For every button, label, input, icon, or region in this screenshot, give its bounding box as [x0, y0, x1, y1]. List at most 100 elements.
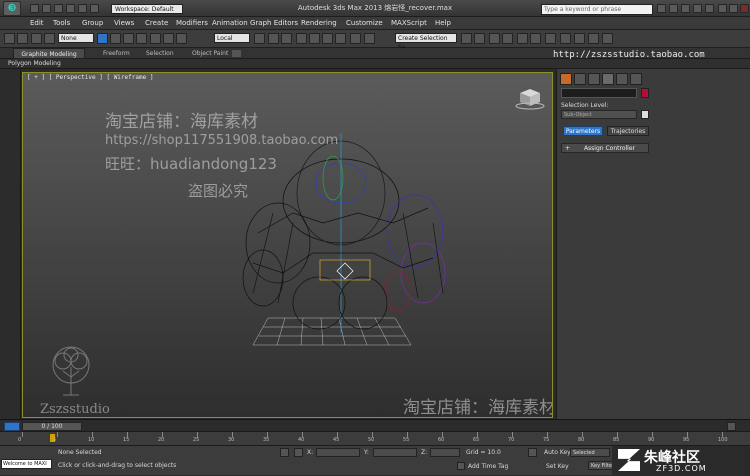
menu-group[interactable]: Group — [82, 19, 103, 27]
menu-animation[interactable]: Animation — [212, 19, 248, 27]
search-input[interactable]: Type a keyword or phrase — [541, 4, 653, 15]
create-tab-icon[interactable] — [560, 73, 572, 85]
select-rotate-icon[interactable] — [163, 33, 174, 44]
watermark-studio: Zszsstudio — [40, 402, 110, 417]
add-time-tag[interactable]: Add Time Tag — [468, 463, 508, 470]
motion-tab-icon[interactable] — [602, 73, 614, 85]
absolute-mode-icon[interactable] — [294, 448, 303, 457]
redo-icon[interactable] — [17, 33, 28, 44]
x-label: X: — [307, 449, 314, 456]
auto-key-button[interactable]: Auto Key — [544, 449, 571, 456]
slider-next-icon[interactable] — [727, 422, 736, 431]
binoculars-icon[interactable] — [657, 4, 666, 13]
maximize-icon[interactable] — [729, 4, 738, 13]
timeline-tick-label: 35 — [263, 437, 270, 443]
assign-controller-rollout[interactable]: + Assign Controller — [561, 143, 649, 153]
menu-modifiers[interactable]: Modifiers — [176, 19, 208, 27]
schematic-view-icon[interactable] — [530, 33, 541, 44]
layer-manager-icon[interactable] — [489, 33, 500, 44]
mirror-icon[interactable] — [461, 33, 472, 44]
percent-snap-icon[interactable] — [322, 33, 333, 44]
help-icon[interactable] — [705, 4, 714, 13]
maxscript-listener-input[interactable]: Welcome to MAXI — [1, 459, 52, 469]
tab-freeform[interactable]: Freeform — [103, 48, 130, 59]
menu-rendering[interactable]: Rendering — [301, 19, 337, 27]
object-name-field[interactable] — [561, 88, 637, 98]
ribbon-panel: Polygon Modeling — [0, 59, 750, 69]
graphite-toggle-icon[interactable] — [502, 33, 513, 44]
material-editor-icon[interactable] — [545, 33, 556, 44]
set-key-button[interactable]: Set Key — [546, 463, 569, 470]
close-icon[interactable] — [740, 4, 749, 13]
curve-editor-icon[interactable] — [517, 33, 528, 44]
render-setup-icon[interactable] — [560, 33, 571, 44]
utilities-tab-icon[interactable] — [630, 73, 642, 85]
magnet-icon[interactable] — [364, 33, 375, 44]
menu-tools[interactable]: Tools — [53, 19, 70, 27]
tab-object-paint[interactable]: Object Paint — [192, 48, 228, 59]
undo-icon[interactable] — [4, 33, 15, 44]
x-coordinate-field[interactable] — [316, 448, 360, 457]
subscription-icon[interactable] — [669, 4, 678, 13]
menu-maxscript[interactable]: MAXScript — [391, 19, 427, 27]
perspective-viewport[interactable]: [ + ] [ Perspective ] [ Wireframe ] 淘宝店铺… — [22, 72, 553, 418]
render-production-icon[interactable] — [588, 33, 599, 44]
named-selection-dropdown[interactable]: Create Selection Se — [395, 33, 457, 51]
link-icon[interactable] — [31, 33, 42, 44]
edit-named-selection-icon[interactable] — [350, 33, 361, 44]
menu-graph-editors[interactable]: Graph Editors — [250, 19, 298, 27]
menu-edit[interactable]: Edit — [30, 19, 44, 27]
parameters-tab[interactable]: Parameters — [563, 126, 603, 136]
set-key-mode-icon[interactable] — [528, 448, 537, 457]
window-crossing-icon[interactable] — [136, 33, 147, 44]
time-slider-thumb[interactable]: 0 / 100 — [22, 422, 82, 431]
selection-filter-dropdown[interactable]: None — [58, 33, 94, 43]
mini-curve-icon[interactable] — [4, 422, 20, 431]
timeline-tick-label: 85 — [613, 437, 620, 443]
keyboard-shortcut-icon[interactable] — [281, 33, 292, 44]
modify-tab-icon[interactable] — [574, 73, 586, 85]
select-object-icon[interactable] — [97, 33, 108, 44]
rectangular-selection-icon[interactable] — [123, 33, 134, 44]
z-label: Z: — [421, 449, 428, 456]
menu-customize[interactable]: Customize — [346, 19, 383, 27]
menu-views[interactable]: Views — [114, 19, 134, 27]
time-tag-icon[interactable] — [457, 462, 465, 470]
snaps-toggle-icon[interactable] — [296, 33, 307, 44]
tab-selection[interactable]: Selection — [146, 48, 174, 59]
tab-graphite-modeling-tools[interactable]: Graphite Modeling Tools — [13, 48, 85, 69]
reference-coordinate-dropdown[interactable]: Local — [214, 33, 250, 43]
menu-help[interactable]: Help — [435, 19, 451, 27]
y-coordinate-field[interactable] — [373, 448, 417, 457]
spinner-snap-icon[interactable] — [335, 33, 346, 44]
select-move-icon[interactable] — [150, 33, 161, 44]
selection-level-label: Selection Level: — [561, 102, 609, 109]
display-tab-icon[interactable] — [616, 73, 628, 85]
timeline-tick-label: 55 — [403, 437, 410, 443]
track-bar[interactable]: 0 5 10 15 20 25 30 35 40 45 50 55 60 65 70 75 80 85 90 95 10… — [0, 431, 750, 445]
select-manipulate-icon[interactable] — [268, 33, 279, 44]
polygon-modeling-label[interactable]: Polygon Modeling — [8, 60, 61, 67]
select-by-name-icon[interactable] — [110, 33, 121, 44]
rendered-frame-icon[interactable] — [574, 33, 585, 44]
unlink-icon[interactable] — [44, 33, 55, 44]
z-coordinate-field[interactable] — [430, 448, 460, 457]
ribbon-options-icon[interactable] — [232, 50, 241, 57]
pivot-center-icon[interactable] — [254, 33, 265, 44]
teapot-render-icon[interactable] — [602, 33, 613, 44]
minimize-icon[interactable] — [718, 4, 727, 13]
lock-selection-icon[interactable] — [280, 448, 289, 457]
time-slider[interactable]: 0 / 100 — [0, 419, 750, 431]
sub-object-dropdown[interactable]: Sub-Object — [561, 110, 637, 119]
angle-snap-icon[interactable] — [309, 33, 320, 44]
align-icon[interactable] — [474, 33, 485, 44]
key-selection-dropdown[interactable]: Selected — [570, 448, 610, 457]
hierarchy-tab-icon[interactable] — [588, 73, 600, 85]
communication-icon[interactable] — [681, 4, 690, 13]
sub-object-button[interactable] — [641, 110, 649, 119]
trajectories-tab[interactable]: Trajectories — [607, 126, 649, 136]
select-scale-icon[interactable] — [176, 33, 187, 44]
object-color-swatch[interactable] — [641, 88, 649, 98]
favorites-icon[interactable] — [693, 4, 702, 13]
menu-create[interactable]: Create — [145, 19, 168, 27]
